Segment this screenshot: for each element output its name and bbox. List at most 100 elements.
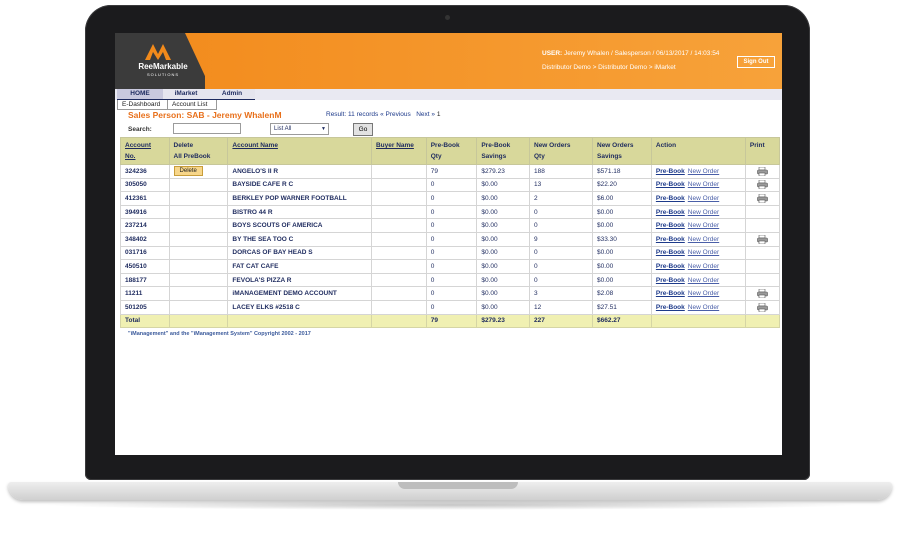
pre-book-link[interactable]: Pre-Book [656, 236, 685, 243]
prebook-qty: 0 [425, 191, 478, 206]
buyer-name [370, 177, 427, 193]
table-header-row: Account No. Delete All PreBook Account Nam… [120, 137, 781, 165]
col-buyer-name[interactable]: Buyer Name [370, 137, 427, 165]
table-body: 324236 Delete ANGELO'S II R 79 $279.23 188 $57… [120, 164, 781, 329]
account-name: BOYS SCOUTS OF AMERICA [227, 218, 372, 233]
prebook-savings: $279.23 [476, 164, 530, 179]
prebook-qty: 0 [425, 245, 478, 261]
buyer-name [370, 218, 427, 233]
pre-book-link[interactable]: Pre-Book [656, 168, 685, 175]
subtab-account-list[interactable]: Account List [167, 100, 217, 110]
account-name: LACEY ELKS #2518 C [227, 299, 372, 315]
new-order-link[interactable]: New Order [688, 249, 719, 256]
pre-book-link[interactable]: Pre-Book [656, 263, 685, 270]
page-number[interactable]: 1 [437, 111, 441, 118]
printer-icon[interactable] [757, 289, 768, 299]
new-orders-savings: $0.00 [592, 272, 652, 288]
pre-book-link[interactable]: Pre-Book [656, 222, 685, 229]
account-no-sort-link[interactable]: Account No. [125, 142, 151, 160]
delete-cell [168, 231, 229, 247]
camera-dot [445, 15, 450, 20]
prebook-qty: 0 [425, 286, 478, 301]
prebook-savings: $0.00 [476, 272, 530, 288]
tab-home[interactable]: HOME [117, 89, 163, 100]
total-empty [650, 313, 746, 329]
print-cell [744, 218, 781, 233]
action-cell: Pre-Book New Order [650, 218, 746, 233]
go-button[interactable]: Go [353, 123, 373, 136]
total-empty [227, 313, 372, 329]
col-account-no[interactable]: Account No. [120, 137, 170, 165]
new-orders-qty: 3 [529, 286, 593, 301]
user-info: USER: Jeremy Whalen / Salesperson / 06/1… [542, 50, 719, 57]
prebook-qty: 0 [425, 204, 478, 220]
table-row: 348402 BY THE SEA TOO C 0 $0.00 9 $33.30 Pre-B… [120, 231, 781, 247]
delete-cell [168, 272, 229, 288]
account-no: 394916 [120, 204, 170, 220]
action-cell: Pre-Book New Order [650, 259, 746, 274]
account-no: 031716 [120, 245, 170, 261]
pre-book-link[interactable]: Pre-Book [656, 181, 685, 188]
account-name-sort-link[interactable]: Account Name [232, 142, 278, 149]
new-orders-qty: 13 [529, 177, 593, 193]
new-order-link[interactable]: New Order [688, 263, 719, 270]
account-name: ANGELO'S II R [227, 164, 372, 179]
table-row: 031716 DORCAS OF BAY HEAD S 0 $0.00 0 $0.00 Pr… [120, 245, 781, 261]
printer-icon[interactable] [757, 166, 768, 176]
total-prebook-qty: 79 [425, 313, 478, 329]
new-order-link[interactable]: New Order [688, 195, 719, 202]
account-no: 324236 [120, 164, 170, 179]
col-action: Action [650, 137, 746, 165]
account-name: BISTRO 44 R [227, 204, 372, 220]
new-orders-savings: $0.00 [592, 218, 652, 233]
chevron-down-icon: ▼ [321, 126, 326, 132]
pre-book-link[interactable]: Pre-Book [656, 195, 685, 202]
new-orders-qty: 0 [529, 245, 593, 261]
pre-book-link[interactable]: Pre-Book [656, 249, 685, 256]
delete-prebook-button[interactable]: Delete [173, 166, 203, 177]
user-label: USER: [542, 50, 563, 57]
col-print: Print [744, 137, 781, 165]
new-order-link[interactable]: New Order [688, 304, 719, 311]
printer-icon[interactable] [757, 193, 768, 203]
pre-book-link[interactable]: Pre-Book [656, 277, 685, 284]
delete-cell [168, 286, 229, 301]
table-row: 394916 BISTRO 44 R 0 $0.00 0 $0.00 Pre-Book New… [120, 204, 781, 220]
buyer-name-sort-link[interactable]: Buyer Name [376, 142, 414, 149]
list-filter-select[interactable]: List All ▼ [270, 123, 329, 135]
print-cell [744, 272, 781, 288]
new-orders-savings: $0.00 [592, 259, 652, 274]
new-order-link[interactable]: New Order [688, 181, 719, 188]
new-order-link[interactable]: New Order [688, 168, 719, 175]
account-name: BERKLEY POP WARNER FOOTBALL [227, 191, 372, 206]
delete-cell [168, 177, 229, 193]
new-order-link[interactable]: New Order [688, 209, 719, 216]
pre-book-link[interactable]: Pre-Book [656, 290, 685, 297]
next-link[interactable]: Next » [416, 111, 435, 118]
new-order-link[interactable]: New Order [688, 236, 719, 243]
search-input[interactable] [173, 123, 241, 134]
printer-icon[interactable] [757, 302, 768, 312]
previous-link[interactable]: « Previous [380, 111, 411, 118]
new-order-link[interactable]: New Order [688, 222, 719, 229]
user-details: Jeremy Whalen / Salesperson / 06/13/2017… [564, 50, 720, 57]
delete-cell [168, 259, 229, 274]
sign-out-button[interactable]: Sign Out [737, 56, 775, 68]
subtab-e-dashboard[interactable]: E-Dashboard [117, 100, 169, 110]
printer-icon[interactable] [757, 180, 768, 190]
account-no: 188177 [120, 272, 170, 288]
print-cell [744, 191, 781, 206]
total-empty [370, 313, 427, 329]
pre-book-link[interactable]: Pre-Book [656, 304, 685, 311]
buyer-name [370, 286, 427, 301]
tab-imarket[interactable]: iMarket [163, 89, 209, 100]
printer-icon[interactable] [757, 234, 768, 244]
brand-name: ReeMarkable [138, 62, 188, 71]
new-order-link[interactable]: New Order [688, 277, 719, 284]
print-cell [744, 164, 781, 179]
col-account-name[interactable]: Account Name [227, 137, 372, 165]
new-order-link[interactable]: New Order [688, 290, 719, 297]
tab-admin[interactable]: Admin [209, 89, 255, 100]
total-new-orders-savings: $662.27 [592, 313, 652, 329]
pre-book-link[interactable]: Pre-Book [656, 209, 685, 216]
